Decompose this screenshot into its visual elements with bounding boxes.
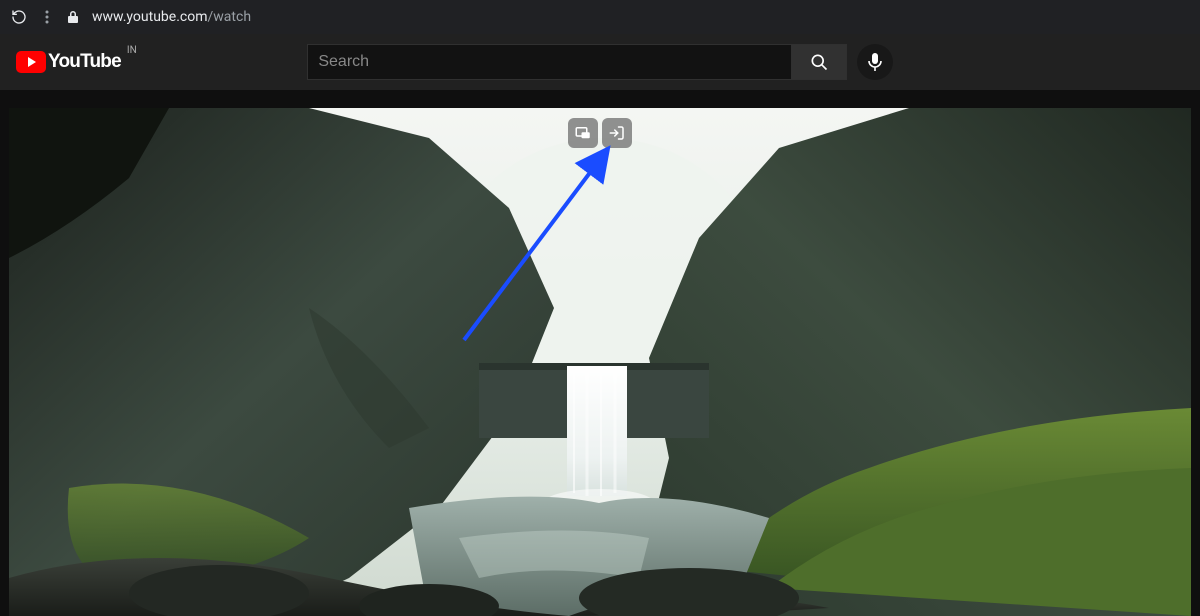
lock-icon[interactable]	[66, 10, 80, 24]
search-input[interactable]	[307, 44, 791, 80]
url-path: /watch	[208, 9, 252, 25]
enter-icon	[608, 124, 626, 142]
kebab-menu-icon[interactable]	[40, 8, 54, 26]
popin-button[interactable]	[602, 118, 632, 148]
yt-header: YouTube IN	[0, 34, 1200, 90]
microphone-icon	[867, 52, 883, 72]
url-display[interactable]: www.youtube.com/watch	[92, 9, 251, 25]
youtube-wordmark: YouTube	[48, 51, 121, 73]
search-form	[307, 44, 847, 80]
search-icon	[809, 52, 829, 72]
url-host: www.youtube.com	[92, 9, 208, 25]
video-frame	[9, 108, 1191, 616]
youtube-logo[interactable]: YouTube	[16, 51, 121, 73]
country-code: IN	[127, 45, 137, 56]
reload-icon[interactable]	[10, 8, 28, 26]
search-button[interactable]	[791, 44, 847, 80]
picture-in-picture-icon	[574, 124, 592, 142]
browser-address-bar: www.youtube.com/watch	[0, 0, 1200, 34]
voice-search-button[interactable]	[857, 44, 893, 80]
pip-button[interactable]	[568, 118, 598, 148]
video-player[interactable]	[9, 108, 1191, 616]
extension-overlay	[568, 118, 632, 148]
